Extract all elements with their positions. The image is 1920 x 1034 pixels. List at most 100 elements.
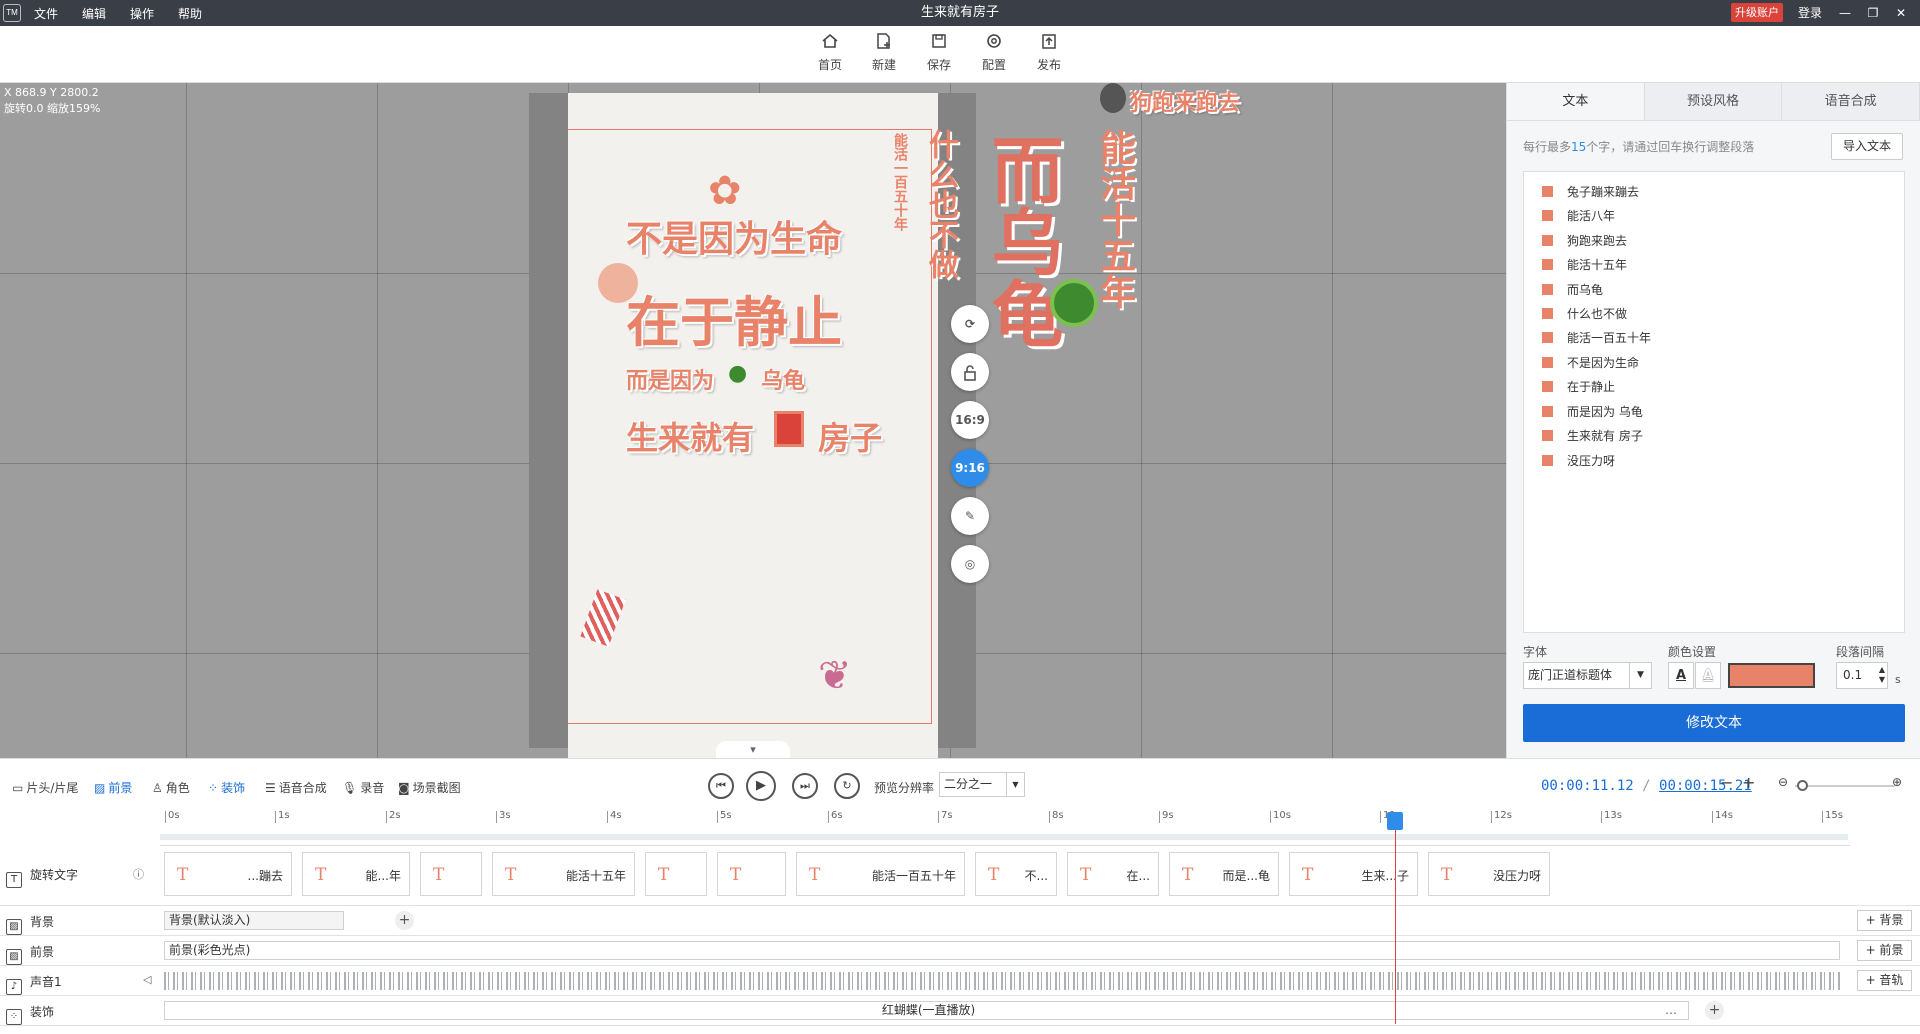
- timeline-scrubber[interactable]: [160, 834, 1848, 840]
- tts-button[interactable]: ☰ 语音合成: [265, 779, 327, 796]
- close-icon[interactable]: ✕: [1891, 3, 1911, 23]
- stepper-arrows-icon[interactable]: ▲ ▼: [1879, 665, 1885, 685]
- home-button[interactable]: 首页: [808, 32, 852, 73]
- menu-edit[interactable]: 编辑: [82, 5, 106, 22]
- playhead-handle[interactable]: [1387, 812, 1403, 830]
- list-item[interactable]: 狗跑来跑去: [1542, 233, 1627, 249]
- timeline-clip[interactable]: T 能活十五年: [492, 852, 635, 896]
- audio-waveform[interactable]: [164, 972, 1840, 990]
- menu-operate[interactable]: 操作: [130, 5, 154, 22]
- zoom-in-icon[interactable]: ⊕: [1892, 775, 1902, 789]
- volume-icon[interactable]: ◁: [143, 973, 151, 986]
- canvas-text-line2[interactable]: 在于静止: [626, 278, 842, 357]
- zoom-slider-handle[interactable]: [1797, 780, 1808, 791]
- list-item[interactable]: 而是因为 乌龟: [1542, 404, 1643, 420]
- settings-button[interactable]: ◎: [951, 545, 989, 583]
- timeline-clip[interactable]: T ...蹦去: [164, 852, 292, 896]
- minimize-icon[interactable]: —: [1835, 3, 1855, 23]
- timeline-clip[interactable]: T 生来...子: [1289, 852, 1418, 896]
- stroke-color-button[interactable]: A: [1695, 662, 1721, 689]
- add-background-clip-button[interactable]: +: [395, 911, 414, 930]
- canvas-text-15[interactable]: 能活十五年: [1088, 129, 1140, 309]
- restore-icon[interactable]: ❐: [1863, 3, 1883, 23]
- timeline-clip[interactable]: T 在...: [1067, 852, 1159, 896]
- timeline-clip[interactable]: T: [717, 852, 786, 896]
- canvas-text-nothing[interactable]: 什么也不做: [918, 129, 962, 279]
- list-item[interactable]: 能活八年: [1542, 208, 1615, 224]
- zoom-out-icon[interactable]: ⊖: [1778, 775, 1788, 789]
- add-decor-button[interactable]: +: [1705, 1001, 1724, 1020]
- foreground-button[interactable]: ▨ 前景: [94, 779, 132, 796]
- add-background-button[interactable]: + 背景: [1857, 910, 1912, 931]
- scene-screenshot-button[interactable]: ◙ 场景截图: [398, 779, 461, 796]
- more-icon[interactable]: …: [1665, 1003, 1677, 1017]
- timeline-clip[interactable]: T 能...年: [302, 852, 410, 896]
- canvas-text-line3b[interactable]: 乌龟: [761, 363, 805, 395]
- add-foreground-button[interactable]: + 前景: [1857, 940, 1912, 961]
- canvas-text-150[interactable]: 能活一百五十年: [890, 133, 910, 231]
- list-item[interactable]: 生来就有 房子: [1542, 428, 1643, 444]
- timeline-clip[interactable]: T 而是...龟: [1169, 852, 1279, 896]
- color-picker-swatch[interactable]: [1728, 663, 1815, 688]
- zoom-slider[interactable]: [1795, 780, 1895, 791]
- decor-clip[interactable]: 红蝴蝶(一直播放): [164, 1001, 1689, 1020]
- list-item[interactable]: 什么也不做: [1542, 306, 1627, 322]
- previous-button[interactable]: ⏮: [708, 773, 734, 799]
- tab-tts[interactable]: 语音合成: [1782, 83, 1920, 120]
- ratio-16-9-button[interactable]: 16:9: [951, 401, 989, 439]
- tab-preset-style[interactable]: 预设风格: [1644, 83, 1783, 120]
- duration-minus-button[interactable]: −: [1720, 773, 1733, 792]
- editor-canvas[interactable]: X 868.9 Y 2800.2 旋转0.0 缩放159% ✿ 不是因为生命 在…: [0, 83, 1506, 758]
- config-button[interactable]: 配置: [972, 32, 1016, 73]
- intro-outro-button[interactable]: ▭ 片头/片尾: [12, 779, 78, 796]
- role-button[interactable]: ♙ 角色: [152, 779, 190, 796]
- list-item[interactable]: 而乌龟: [1542, 282, 1603, 298]
- ratio-9-16-button[interactable]: 9:16: [951, 449, 989, 487]
- timeline-clip[interactable]: T 能活一百五十年: [796, 852, 965, 896]
- canvas-text-line4b[interactable]: 房子: [818, 413, 882, 459]
- list-item[interactable]: 在于静止: [1542, 379, 1615, 395]
- timeline-clip[interactable]: T 没压力呀: [1428, 852, 1550, 896]
- add-audio-track-button[interactable]: + 音轨: [1857, 970, 1912, 991]
- menu-help[interactable]: 帮助: [178, 5, 202, 22]
- timeline-clip[interactable]: T 不...: [975, 852, 1057, 896]
- edit-button[interactable]: ✎: [951, 497, 989, 535]
- list-item[interactable]: 兔子蹦来蹦去: [1542, 184, 1639, 200]
- list-item[interactable]: 能活十五年: [1542, 257, 1627, 273]
- publish-button[interactable]: 发布: [1027, 32, 1071, 73]
- spacing-stepper[interactable]: 0.1 ▲ ▼: [1836, 662, 1888, 689]
- upgrade-account-button[interactable]: 升级账户: [1731, 3, 1783, 22]
- background-clip[interactable]: 背景(默认淡入): [164, 911, 344, 930]
- canvas-text-turtle[interactable]: 而乌龟: [979, 133, 1063, 349]
- list-item[interactable]: 不是因为生命: [1542, 355, 1639, 371]
- login-link[interactable]: 登录: [1798, 0, 1822, 26]
- preview-resolution-select[interactable]: 二分之一 ▼: [939, 772, 1025, 797]
- timeline-ruler[interactable]: 0s 1s 2s 3s 4s 5s 6s 7s 8s 9s 10s 11s 12…: [160, 811, 1850, 846]
- list-item[interactable]: 能活一百五十年: [1542, 330, 1651, 346]
- play-button[interactable]: ▶: [746, 771, 776, 801]
- timeline-clip[interactable]: T: [420, 852, 482, 896]
- collapse-panel-toggle[interactable]: ▾: [716, 741, 790, 759]
- lock-button[interactable]: [951, 353, 989, 391]
- playhead[interactable]: [1387, 812, 1403, 1024]
- help-icon[interactable]: ⓘ: [133, 866, 144, 882]
- save-button[interactable]: 保存: [917, 32, 961, 73]
- modify-text-button[interactable]: 修改文本: [1523, 704, 1905, 742]
- canvas-text-line1[interactable]: 不是因为生命: [626, 210, 842, 262]
- text-lines-list[interactable]: 兔子蹦来蹦去 能活八年 狗跑来跑去 能活十五年 而乌龟 什么也不做 能活一百五十…: [1523, 171, 1905, 633]
- tab-text[interactable]: 文本: [1507, 83, 1645, 120]
- next-button[interactable]: ⏭: [792, 773, 818, 799]
- record-button[interactable]: 🎙 录音: [342, 779, 384, 796]
- canvas-text-dog[interactable]: 狗跑来跑去: [1130, 85, 1240, 117]
- menu-file[interactable]: 文件: [34, 5, 58, 22]
- import-text-button[interactable]: 导入文本: [1831, 133, 1903, 160]
- list-item[interactable]: 没压力呀: [1542, 453, 1615, 469]
- font-select[interactable]: 庞门正道标题体 ▼: [1523, 662, 1652, 689]
- total-time[interactable]: 00:00:15.21: [1659, 778, 1752, 794]
- replay-button[interactable]: ↻: [834, 773, 860, 799]
- canvas-text-line4a[interactable]: 生来就有: [626, 413, 754, 459]
- duration-plus-button[interactable]: +: [1742, 773, 1755, 792]
- decor-button[interactable]: ⁘ 装饰: [208, 779, 245, 796]
- text-color-button[interactable]: A: [1668, 662, 1694, 689]
- foreground-clip[interactable]: 前景(彩色光点): [164, 941, 1840, 960]
